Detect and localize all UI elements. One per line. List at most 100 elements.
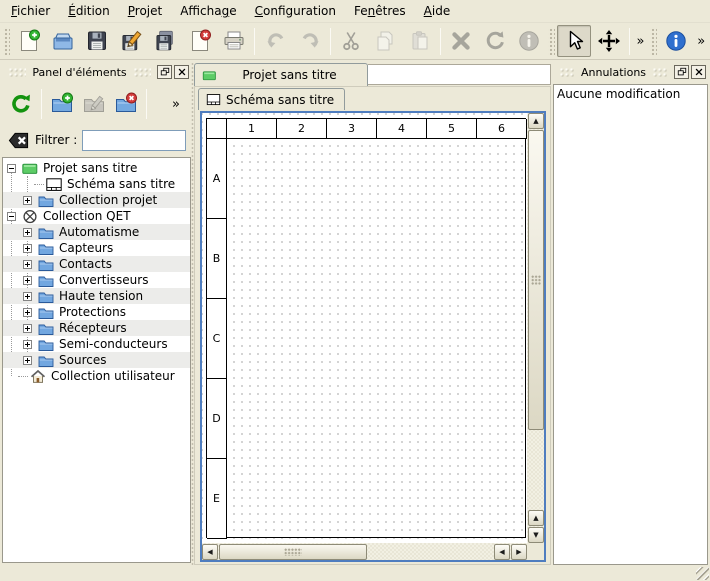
- toolbar-overflow-button[interactable]: »: [693, 26, 709, 56]
- cut-icon: [339, 29, 363, 53]
- expand-expander[interactable]: [23, 276, 32, 285]
- tree-item-contacts[interactable]: Contacts: [3, 256, 190, 272]
- filter-input[interactable]: [82, 130, 186, 151]
- close-file-button[interactable]: [183, 25, 217, 57]
- refresh-icon: [9, 92, 33, 116]
- rotate-icon: [483, 29, 507, 53]
- paste-button[interactable]: [402, 25, 436, 57]
- menu-edition[interactable]: Édition: [59, 1, 119, 21]
- expand-expander[interactable]: [23, 340, 32, 349]
- tree-item-recepteurs[interactable]: Récepteurs: [3, 320, 190, 336]
- expand-expander[interactable]: [23, 356, 32, 365]
- save-as-button[interactable]: [115, 25, 149, 57]
- diagram-canvas[interactable]: 123456ABCDE: [202, 113, 527, 543]
- collapse-expander[interactable]: [7, 212, 16, 221]
- scroll-right-button[interactable]: ▶: [511, 544, 527, 560]
- menu-fenetres[interactable]: Fenêtres: [345, 1, 415, 21]
- pan-mode-button[interactable]: [591, 25, 625, 57]
- vertical-scrollbar[interactable]: ▲ ▲ ▼: [527, 113, 544, 543]
- clear-filter-button[interactable]: [7, 129, 30, 152]
- undo-panel-title: Annulations: [579, 66, 648, 79]
- vertical-scrollbar-thumb[interactable]: [528, 130, 544, 430]
- save-all-button[interactable]: [149, 25, 183, 57]
- float-button[interactable]: [674, 65, 689, 79]
- print-button[interactable]: [217, 25, 251, 57]
- tree-item-protections[interactable]: Protections: [3, 304, 190, 320]
- menu-affichage[interactable]: Affichage: [171, 1, 245, 21]
- tree-item-label: Récepteurs: [59, 321, 127, 335]
- undo-button[interactable]: [258, 25, 292, 57]
- toolbar-drag-handle[interactable]: [650, 27, 657, 55]
- column-header-1: 1: [227, 119, 277, 139]
- scroll-left-button-2[interactable]: ◀: [494, 544, 510, 560]
- expand-expander[interactable]: [23, 260, 32, 269]
- menu-aide[interactable]: Aide: [415, 1, 460, 21]
- tree-item-collection-utilisateur[interactable]: Collection utilisateur: [3, 368, 190, 384]
- tree-item-convertisseurs[interactable]: Convertisseurs: [3, 272, 190, 288]
- delete-button[interactable]: [444, 25, 478, 57]
- save-all-icon: [154, 29, 178, 53]
- status-bar: [0, 567, 710, 581]
- collapse-expander[interactable]: [7, 164, 16, 173]
- tree-item-collection-projet[interactable]: Collection projet: [3, 192, 190, 208]
- folder-icon: [38, 289, 54, 304]
- thumb-grip: [531, 275, 541, 285]
- cut-button[interactable]: [334, 25, 368, 57]
- tree-item-capteurs[interactable]: Capteurs: [3, 240, 190, 256]
- expand-expander[interactable]: [23, 292, 32, 301]
- expand-expander[interactable]: [23, 228, 32, 237]
- menu-configuration[interactable]: Configuration: [246, 1, 345, 21]
- select-arrow-icon: [562, 29, 586, 53]
- expand-expander[interactable]: [23, 196, 32, 205]
- toolbar-overflow-button[interactable]: »: [633, 26, 649, 56]
- undo-list-item[interactable]: Aucune modification: [554, 85, 707, 102]
- close-button[interactable]: [691, 65, 706, 79]
- titlebar-texture: [8, 67, 26, 77]
- elements-panel-titlebar: Panel d'éléments: [2, 62, 191, 82]
- tree-item-schema-sans-titre[interactable]: Schéma sans titre: [3, 176, 190, 192]
- float-button[interactable]: [157, 65, 172, 79]
- edit-category-button[interactable]: [78, 88, 110, 120]
- open-project-button[interactable]: [46, 25, 80, 57]
- expand-expander[interactable]: [23, 324, 32, 333]
- horizontal-scrollbar-thumb[interactable]: [219, 544, 367, 560]
- about-button[interactable]: [659, 25, 693, 57]
- panel-toolbar-overflow-button[interactable]: »: [168, 89, 184, 119]
- resize-grip[interactable]: [696, 567, 709, 580]
- tree-item-automatisme[interactable]: Automatisme: [3, 224, 190, 240]
- redo-button[interactable]: [293, 25, 327, 57]
- element-infos-button[interactable]: [512, 25, 546, 57]
- folder-icon: [38, 321, 54, 336]
- menu-projet[interactable]: Projet: [119, 1, 171, 21]
- menu-fichier[interactable]: Fichier: [2, 1, 59, 21]
- tree-item-haute-tension[interactable]: Haute tension: [3, 288, 190, 304]
- close-button[interactable]: [174, 65, 189, 79]
- delete-category-button[interactable]: [110, 88, 142, 120]
- tree-item-semi-conducteurs[interactable]: Semi-conducteurs: [3, 336, 190, 352]
- scroll-left-button[interactable]: ◀: [202, 544, 218, 560]
- horizontal-scrollbar[interactable]: ◀ ◀ ▶: [202, 543, 527, 560]
- select-mode-button[interactable]: [557, 25, 591, 57]
- expand-expander[interactable]: [23, 244, 32, 253]
- scroll-up-button[interactable]: ▲: [528, 113, 544, 129]
- toolbar-drag-handle[interactable]: [548, 27, 555, 55]
- tab-project[interactable]: Projet sans titre: [194, 63, 368, 86]
- expand-expander[interactable]: [23, 308, 32, 317]
- folder-icon: [38, 353, 54, 368]
- save-button[interactable]: [80, 25, 114, 57]
- new-category-button[interactable]: [46, 88, 78, 120]
- tab-diagram[interactable]: Schéma sans titre: [198, 88, 345, 110]
- rotate-button[interactable]: [478, 25, 512, 57]
- tree-item-collection-qet[interactable]: Collection QET: [3, 208, 190, 224]
- tree-item-sources[interactable]: Sources: [3, 352, 190, 368]
- scroll-down-button[interactable]: ▼: [528, 527, 544, 543]
- toolbar-separator: [629, 28, 630, 55]
- copy-button[interactable]: [368, 25, 402, 57]
- scroll-up-button-2[interactable]: ▲: [528, 510, 544, 526]
- toolbar-drag-handle[interactable]: [3, 27, 10, 55]
- tree-item-label: Contacts: [59, 257, 112, 271]
- undo-icon: [264, 29, 288, 53]
- reload-collections-button[interactable]: [5, 88, 37, 120]
- tree-item-projet-sans-titre[interactable]: Projet sans titre: [3, 160, 190, 176]
- new-document-button[interactable]: [12, 25, 46, 57]
